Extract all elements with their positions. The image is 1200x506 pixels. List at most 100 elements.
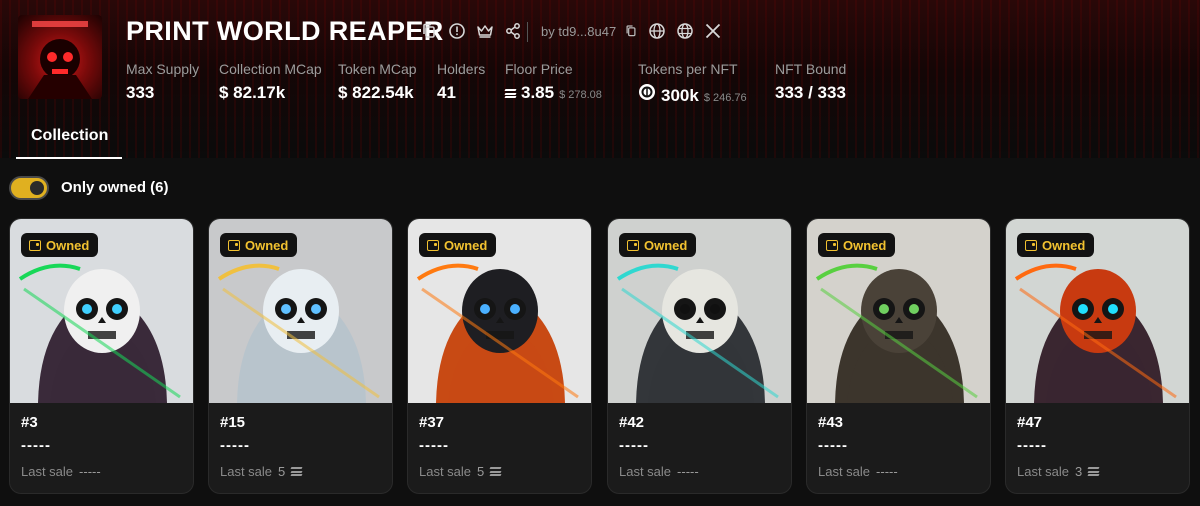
stat-nft-bound: NFT Bound 333 / 333 xyxy=(775,61,846,103)
tab-active-indicator xyxy=(16,157,122,159)
owned-badge-label: Owned xyxy=(444,237,488,253)
toggle-knob xyxy=(30,181,44,195)
stat-label: Token MCap xyxy=(338,61,417,77)
nft-card[interactable]: Owned #43 ----- Last sale ----- xyxy=(806,218,991,494)
last-sale: Last sale 5 xyxy=(419,464,502,479)
last-sale-label: Last sale xyxy=(619,464,672,479)
owned-badge: Owned xyxy=(419,233,497,257)
collection-logo xyxy=(18,15,102,99)
last-sale-label: Last sale xyxy=(818,464,871,479)
stat-value: 300k xyxy=(661,86,699,105)
nft-card[interactable]: Owned #15 ----- Last sale 5 xyxy=(208,218,393,494)
stat-holders: Holders 41 xyxy=(437,61,485,103)
nft-number: #42 xyxy=(619,414,645,431)
collection-header: PRINT WORLD REAPER by td9...8u47 Max Sup… xyxy=(0,0,1200,159)
last-sale-value: 3 xyxy=(1075,464,1083,479)
last-sale-value: ----- xyxy=(677,464,699,479)
share-icon[interactable] xyxy=(504,22,522,40)
nft-card[interactable]: Owned #37 ----- Last sale 5 xyxy=(407,218,592,494)
only-owned-toggle[interactable] xyxy=(9,176,49,200)
last-sale-label: Last sale xyxy=(419,464,472,479)
stat-label: NFT Bound xyxy=(775,61,847,77)
stat-usd-value: $ 278.08 xyxy=(559,89,602,101)
owned-badge-label: Owned xyxy=(46,237,90,253)
owned-badge-label: Owned xyxy=(644,237,688,253)
last-sale-value: ----- xyxy=(79,464,101,479)
last-sale: Last sale 5 xyxy=(220,464,303,479)
last-sale: Last sale ----- xyxy=(619,464,699,479)
nft-name: ----- xyxy=(619,437,649,454)
stat-token-mcap: Token MCap $ 822.54k xyxy=(338,61,417,103)
wallet-icon xyxy=(627,239,639,251)
sol-icon xyxy=(504,89,517,98)
wallet-icon xyxy=(228,239,240,251)
only-owned-label: Only owned (6) xyxy=(61,179,169,196)
wallet-icon xyxy=(826,239,838,251)
copy-address-icon[interactable] xyxy=(624,24,638,38)
nft-name: ----- xyxy=(818,437,848,454)
stat-value: 333 / 333 xyxy=(775,83,846,102)
stat-label: Floor Price xyxy=(505,61,573,77)
owned-badge: Owned xyxy=(220,233,298,257)
nft-number: #47 xyxy=(1017,414,1043,431)
last-sale-label: Last sale xyxy=(21,464,74,479)
nft-card[interactable]: Owned #47 ----- Last sale 3 xyxy=(1005,218,1190,494)
nft-name: ----- xyxy=(419,437,449,454)
stat-usd-value: $ 246.76 xyxy=(703,92,747,104)
last-sale: Last sale ----- xyxy=(818,464,898,479)
stat-value: 3.85 xyxy=(521,83,555,102)
owned-badge-label: Owned xyxy=(843,237,887,253)
nft-name: ----- xyxy=(1017,437,1047,454)
nft-number: #43 xyxy=(818,414,844,431)
stat-label: Max Supply xyxy=(126,61,200,77)
owned-badge: Owned xyxy=(21,233,99,257)
header-divider xyxy=(527,22,528,42)
last-sale-value: 5 xyxy=(278,464,286,479)
x-twitter-icon[interactable] xyxy=(704,22,722,40)
token-icon xyxy=(639,84,655,100)
wallet-icon xyxy=(427,239,439,251)
crown-icon[interactable] xyxy=(476,22,494,40)
stat-value: 333 xyxy=(126,83,155,102)
sol-icon xyxy=(1087,467,1100,476)
stat-label: Holders xyxy=(437,61,486,77)
stat-value: $ 82.17k xyxy=(219,83,286,102)
nft-number: #3 xyxy=(21,414,38,431)
last-sale: Last sale ----- xyxy=(21,464,101,479)
owned-badge: Owned xyxy=(1017,233,1095,257)
globe-icon[interactable] xyxy=(648,22,666,40)
wallet-icon xyxy=(1025,239,1037,251)
nft-card[interactable]: Owned #3 ----- Last sale ----- xyxy=(9,218,194,494)
nft-name: ----- xyxy=(21,437,51,454)
creator-byline[interactable]: by td9...8u47 xyxy=(541,24,616,39)
stat-value: $ 822.54k xyxy=(338,83,414,102)
nft-card[interactable]: Owned #42 ----- Last sale ----- xyxy=(607,218,792,494)
stat-max-supply: Max Supply 333 xyxy=(126,61,199,103)
owned-badge-label: Owned xyxy=(245,237,289,253)
creator-actions xyxy=(624,22,722,40)
info-icon[interactable] xyxy=(448,22,466,40)
stat-value: 41 xyxy=(437,83,456,102)
last-sale-value: ----- xyxy=(876,464,898,479)
wallet-icon xyxy=(29,239,41,251)
tab-collection[interactable]: Collection xyxy=(31,127,108,145)
last-sale: Last sale 3 xyxy=(1017,464,1100,479)
nft-number: #37 xyxy=(419,414,445,431)
stat-tokens-per-nft: Tokens per NFT 300k $ 246.76 xyxy=(638,61,747,106)
stat-label: Collection MCap xyxy=(219,61,322,77)
nft-number: #15 xyxy=(220,414,246,431)
title-actions xyxy=(420,22,522,40)
nft-name: ----- xyxy=(220,437,250,454)
owned-badge-label: Owned xyxy=(1042,237,1086,253)
website-icon[interactable] xyxy=(676,22,694,40)
owned-badge: Owned xyxy=(619,233,697,257)
sol-icon xyxy=(290,467,303,476)
owned-badge: Owned xyxy=(818,233,896,257)
stat-collection-mcap: Collection MCap $ 82.17k xyxy=(219,61,322,103)
last-sale-value: 5 xyxy=(477,464,485,479)
collection-title: PRINT WORLD REAPER xyxy=(126,16,444,46)
stat-label: Tokens per NFT xyxy=(638,61,738,77)
copy-icon[interactable] xyxy=(420,22,438,40)
last-sale-label: Last sale xyxy=(1017,464,1070,479)
sol-icon xyxy=(489,467,502,476)
